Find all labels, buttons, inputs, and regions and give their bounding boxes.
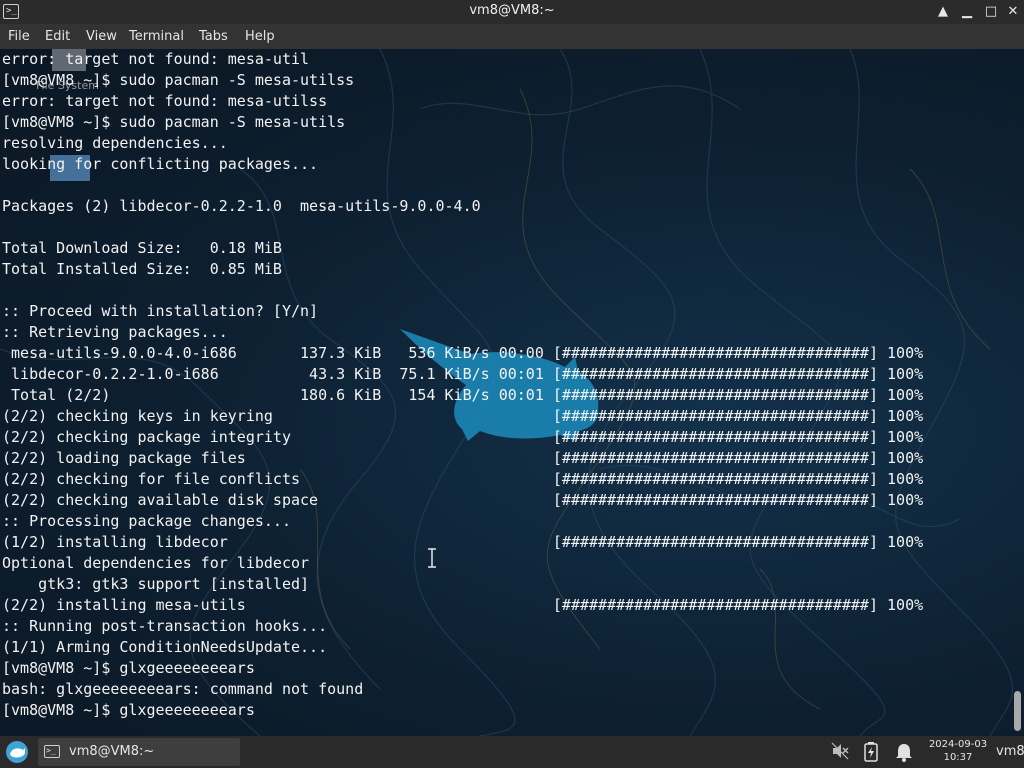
menu-bar: File Edit View Terminal Tabs Help xyxy=(0,24,1024,49)
terminal-line: (2/2) checking keys in keyring [########… xyxy=(2,407,924,425)
terminal-line: Total (2/2) 180.6 KiB 154 KiB/s 00:01 [#… xyxy=(2,386,924,404)
terminal-line: (1/1) Arming ConditionNeedsUpdate... xyxy=(2,638,328,656)
terminal-line: :: Running post-transaction hooks... xyxy=(2,617,328,635)
terminal-line: error: target not found: mesa-util xyxy=(2,50,310,68)
terminal-line: (2/2) checking for file conflicts [#####… xyxy=(2,470,924,488)
terminal-line: (1/2) installing libdecor [#############… xyxy=(2,533,924,551)
terminal-view[interactable]: File System error: target not found: mes… xyxy=(0,49,1024,736)
terminal-line: Total Download Size: 0.18 MiB xyxy=(2,239,282,257)
terminal-line: (2/2) checking available disk space [###… xyxy=(2,491,924,509)
terminal-scrollbar[interactable] xyxy=(1013,49,1021,736)
taskbar: >_ vm8@VM8:~ 2024-09-03 10:37 vm8 xyxy=(0,736,1024,768)
terminal-line: Optional dependencies for libdecor xyxy=(2,554,310,572)
menu-terminal[interactable]: Terminal xyxy=(129,29,184,44)
volume-muted-icon[interactable] xyxy=(830,741,850,761)
terminal-line: (2/2) checking package integrity [######… xyxy=(2,428,924,446)
battery-charging-icon[interactable] xyxy=(862,741,880,763)
terminal-line: [vm8@VM8 ~]$ glxgeeeeeeeears xyxy=(2,701,255,719)
terminal-line: (2/2) installing mesa-utils [###########… xyxy=(2,596,924,614)
terminal-line: mesa-utils-9.0.0-4.0-i686 137.3 KiB 536 … xyxy=(2,344,924,362)
terminal-line: Total Installed Size: 0.85 MiB xyxy=(2,260,282,278)
terminal-task-icon: >_ xyxy=(44,745,60,758)
terminal-line: gtk3: gtk3 support [installed] xyxy=(2,575,310,593)
terminal-line: looking for conflicting packages... xyxy=(2,155,319,173)
terminal-line: :: Retrieving packages... xyxy=(2,323,228,341)
terminal-line: :: Processing package changes... xyxy=(2,512,291,530)
user-name[interactable]: vm8 xyxy=(996,744,1024,759)
clock[interactable]: 2024-09-03 10:37 xyxy=(926,738,990,764)
terminal-line: bash: glxgeeeeeeeears: command not found xyxy=(2,680,364,698)
menu-help[interactable]: Help xyxy=(245,29,275,44)
menu-tabs[interactable]: Tabs xyxy=(199,29,228,44)
task-label: vm8@VM8:~ xyxy=(69,744,155,759)
notification-bell-icon[interactable] xyxy=(893,741,915,763)
menu-view[interactable]: View xyxy=(86,29,117,44)
maximize-button[interactable]: □ xyxy=(981,2,1001,22)
restore-button[interactable]: ▁ xyxy=(957,2,977,22)
clock-time: 10:37 xyxy=(943,752,973,763)
mouse-ibeam-cursor xyxy=(428,548,436,568)
terminal-line: Packages (2) libdecor-0.2.2-1.0 mesa-uti… xyxy=(2,197,481,215)
scrollbar-thumb[interactable] xyxy=(1014,691,1021,731)
close-button[interactable]: ✕ xyxy=(1003,2,1023,22)
terminal-line: (2/2) loading package files [###########… xyxy=(2,449,924,467)
menu-file[interactable]: File xyxy=(8,29,30,44)
terminal-line: [vm8@VM8 ~]$ sudo pacman -S mesa-utilss xyxy=(2,71,355,89)
terminal-line: resolving dependencies... xyxy=(2,134,228,152)
minimize-button[interactable]: ▲ xyxy=(933,2,953,22)
taskbar-task-terminal[interactable]: >_ vm8@VM8:~ xyxy=(38,738,240,766)
terminal-output: error: target not found: mesa-util [vm8@V… xyxy=(2,49,923,721)
clock-date: 2024-09-03 xyxy=(928,739,988,750)
window-titlebar[interactable]: >_ vm8@VM8:~ ▲ ▁ □ ✕ xyxy=(0,0,1024,24)
terminal-line: [vm8@VM8 ~]$ glxgeeeeeeeears xyxy=(2,659,255,677)
menu-edit[interactable]: Edit xyxy=(45,29,70,44)
terminal-line: :: Proceed with installation? [Y/n] xyxy=(2,302,319,320)
terminal-line: [vm8@VM8 ~]$ sudo pacman -S mesa-utils xyxy=(2,113,346,131)
terminal-line: libdecor-0.2.2-1.0-i686 43.3 KiB 75.1 Ki… xyxy=(2,365,924,383)
window-title: vm8@VM8:~ xyxy=(469,3,555,18)
whisker-menu-icon[interactable] xyxy=(4,739,30,765)
terminal-line: error: target not found: mesa-utilss xyxy=(2,92,328,110)
